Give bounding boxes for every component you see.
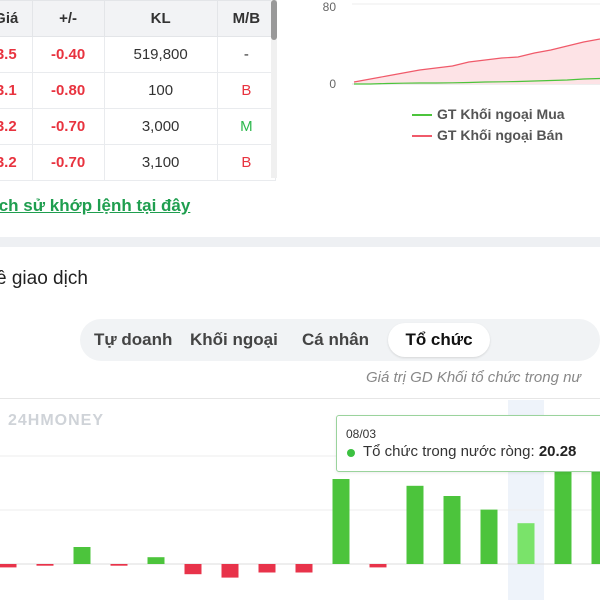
row-volume: 519,800 [103, 36, 218, 73]
legend-swatch-sell [412, 135, 432, 137]
table-row: 3.1 -0.80 100 B [0, 72, 277, 109]
row-volume: 3,100 [103, 144, 218, 181]
col-side: M/B [216, 0, 277, 37]
bar[interactable] [295, 564, 313, 573]
section-divider [0, 237, 600, 247]
legend-swatch-buy [412, 114, 432, 116]
bar[interactable] [221, 564, 239, 578]
bar[interactable] [110, 564, 128, 566]
tab-khoi-ngoai[interactable]: Khối ngoại [190, 323, 278, 357]
row-side: M [216, 108, 277, 145]
tooltip-row: Tổ chức trong nước ròng: 20.28 [363, 443, 576, 460]
bar[interactable] [591, 462, 600, 564]
bar[interactable] [0, 564, 17, 568]
table-row: 3.2 -0.70 3,100 B [0, 144, 277, 181]
bar[interactable] [443, 496, 461, 564]
section-title: ề giao dịch [0, 268, 88, 289]
y-tick-label: 0 [329, 77, 336, 91]
table-scrollbar[interactable] [271, 0, 277, 178]
chart-tooltip: 08/03 Tổ chức trong nước ròng: 20.28 [336, 415, 600, 472]
row-side: - [216, 36, 277, 73]
bar[interactable] [406, 485, 424, 564]
legend-sell[interactable]: GT Khối ngoại Bán [437, 127, 563, 143]
col-volume: KL [103, 0, 218, 37]
bar[interactable] [480, 509, 498, 564]
bar[interactable] [369, 564, 387, 568]
row-price: 3.5 [0, 36, 33, 73]
legend-buy[interactable]: GT Khối ngoại Mua [437, 106, 565, 122]
bar[interactable] [184, 564, 202, 575]
row-side: B [216, 144, 277, 181]
bar[interactable] [147, 557, 165, 564]
investor-tabs: Tự doanh Khối ngoại Cá nhân Tổ chức [80, 319, 600, 361]
row-change: -0.70 [31, 108, 105, 145]
tooltip-label: Tổ chức trong nước ròng: [363, 443, 535, 460]
bar[interactable] [517, 523, 535, 564]
col-price: Giá [0, 0, 33, 37]
chart-caption: Giá trị GD Khối tổ chức trong nư [366, 369, 581, 386]
bar[interactable] [36, 564, 54, 566]
chart-border [0, 398, 600, 399]
row-change: -0.40 [31, 36, 105, 73]
tab-tu-doanh[interactable]: Tự doanh [94, 323, 172, 357]
tab-to-chuc[interactable]: Tổ chức [388, 323, 490, 357]
row-change: -0.70 [31, 144, 105, 181]
row-price: 3.2 [0, 108, 33, 145]
row-side: B [216, 72, 277, 109]
row-change: -0.80 [31, 72, 105, 109]
row-volume: 3,000 [103, 108, 218, 145]
scrollbar-thumb[interactable] [271, 0, 277, 40]
table-row: 3.2 -0.70 3,000 M [0, 108, 277, 145]
tab-ca-nhan[interactable]: Cá nhân [302, 323, 369, 357]
table-row: 3.5 -0.40 519,800 - [0, 36, 277, 73]
col-change: +/- [31, 0, 105, 37]
trade-table: Giá +/- KL M/B 3.5 -0.40 519,800 - 3.1 -… [0, 0, 277, 181]
bar[interactable] [554, 462, 572, 564]
trade-history-link[interactable]: ịch sử khớp lệnh tại đây [0, 196, 190, 216]
foreign-trade-area-chart: 80 0 [323, 0, 600, 91]
bar[interactable] [258, 564, 276, 573]
y-tick-label: 80 [323, 0, 337, 14]
tooltip-date: 08/03 [346, 427, 377, 441]
row-price: 3.1 [0, 72, 33, 109]
trade-table-header: Giá +/- KL M/B [0, 0, 277, 37]
row-price: 3.2 [0, 144, 33, 181]
tooltip-series-dot [347, 449, 355, 457]
watermark-logo: 24HMONEY [8, 412, 105, 429]
bar[interactable] [73, 547, 91, 564]
row-volume: 100 [103, 72, 218, 109]
bar[interactable] [332, 479, 350, 564]
tooltip-value: 20.28 [538, 443, 577, 460]
